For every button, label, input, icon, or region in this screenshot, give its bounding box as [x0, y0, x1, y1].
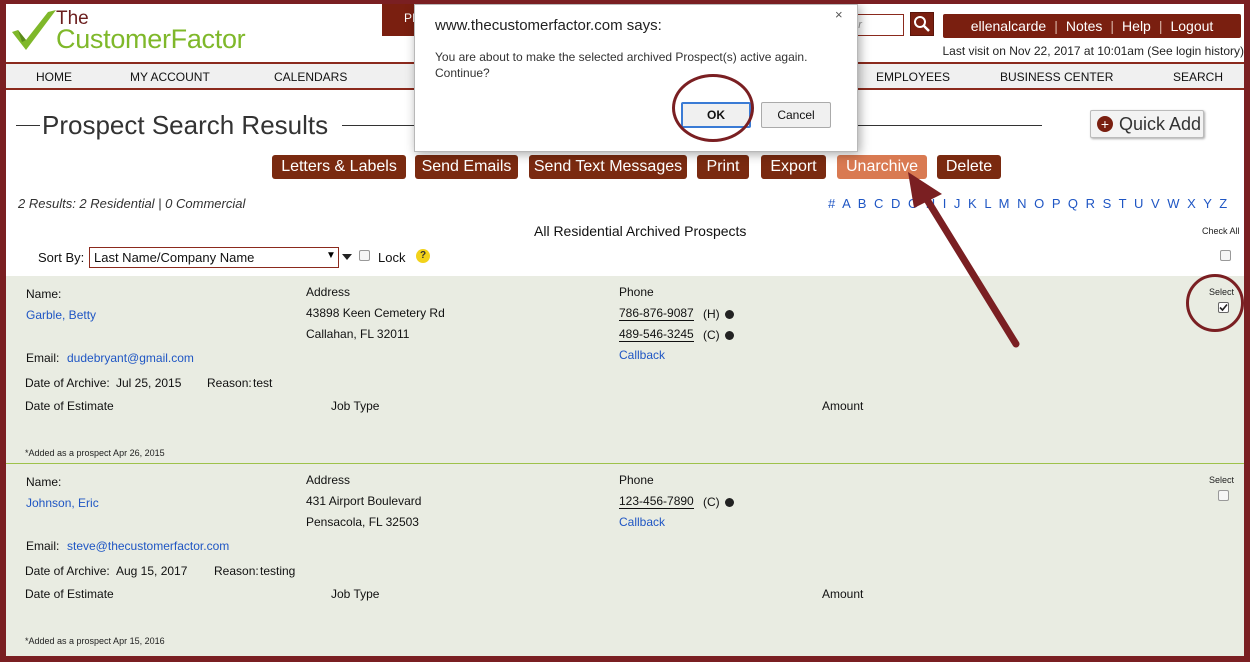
added-note: *Added as a prospect Apr 15, 2016	[25, 636, 165, 646]
quick-add-label: Quick Add	[1119, 113, 1202, 134]
close-icon[interactable]: ×	[835, 7, 843, 22]
phone-label: Phone	[619, 473, 654, 487]
name-label: Name:	[26, 475, 62, 489]
nav-home[interactable]: HOME	[36, 70, 72, 84]
separator: |	[1054, 18, 1058, 34]
delete-button[interactable]: Delete	[937, 155, 1001, 179]
phone-type: (C)	[703, 328, 720, 342]
name-label: Name:	[26, 287, 62, 301]
app-frame: The CustomerFactor mer ellenalcarde | No…	[6, 4, 1244, 656]
dialog-title: www.thecustomerfactor.com says:	[435, 17, 662, 34]
lock-checkbox[interactable]	[359, 250, 370, 261]
reason-label: Reason:	[214, 564, 259, 578]
search-icon	[914, 16, 930, 32]
email-link[interactable]: dudebryant@gmail.com	[67, 351, 194, 365]
prospect-name-link[interactable]: Garble, Betty	[26, 308, 96, 322]
reason-value: test	[253, 376, 273, 390]
address-line-1: 431 Airport Boulevard	[306, 494, 422, 508]
user-bar: ellenalcarde | Notes | Help | Logout	[943, 14, 1241, 38]
amount-label: Amount	[822, 399, 864, 413]
prospect-record: Name: Garble, Betty Address 43898 Keen C…	[6, 276, 1244, 463]
plus-icon: +	[1097, 116, 1113, 132]
nav-employees[interactable]: EMPLOYEES	[876, 70, 950, 84]
job-type-label: Job Type	[331, 399, 380, 413]
reason-label: Reason:	[207, 376, 252, 390]
annotation-circle	[672, 74, 754, 142]
address-label: Address	[306, 285, 351, 299]
date-of-estimate-label: Date of Estimate	[25, 587, 114, 601]
separator: |	[1110, 18, 1115, 34]
logout-link[interactable]: Logout	[1170, 18, 1213, 34]
email-label: Email:	[26, 351, 60, 365]
last-visit-text: Last visit on Nov 22, 2017 at 10:01am (S…	[942, 44, 1245, 58]
nav-prospects-active[interactable]: PI	[382, 4, 416, 36]
alphabet-filter[interactable]: # A B C D G H I J K L M N O P Q R S T U …	[828, 196, 1227, 211]
help-link[interactable]: Help	[1122, 18, 1151, 34]
amount-label: Amount	[822, 587, 864, 601]
phone-type: (C)	[703, 495, 720, 509]
section-heading: All Residential Archived Prospects	[534, 223, 747, 239]
separator: |	[1158, 18, 1163, 34]
callback-link[interactable]: Callback	[619, 348, 665, 362]
date-of-archive-value: Aug 15, 2017	[116, 564, 188, 578]
help-icon[interactable]: ?	[416, 249, 430, 263]
address-label: Address	[306, 473, 351, 487]
phone-label: Phone	[619, 285, 654, 299]
annotation-circle	[1186, 274, 1244, 332]
unarchive-button[interactable]: Unarchive	[837, 155, 927, 179]
sort-by-select[interactable]: Last Name/Company Name	[89, 247, 339, 268]
check-all-label: Check All	[1202, 226, 1240, 236]
nav-business-center[interactable]: BUSINESS CENTER	[1000, 70, 1113, 84]
address-line-1: 43898 Keen Cemetery Rd	[306, 306, 445, 320]
phone-number-link[interactable]: 786-876-9087	[619, 306, 694, 321]
logo-wordmark: CustomerFactor	[56, 24, 246, 54]
send-text-messages-button[interactable]: Send Text Messages	[529, 155, 687, 179]
prospect-record: Name: Johnson, Eric Address 431 Airport …	[6, 464, 1244, 656]
nav-calendars[interactable]: CALENDARS	[274, 70, 347, 84]
send-emails-button[interactable]: Send Emails	[415, 155, 518, 179]
dropdown-arrow-icon: ▼	[326, 250, 336, 261]
page-title: Prospect Search Results	[42, 110, 329, 140]
address-line-2: Pensacola, FL 32503	[306, 515, 419, 529]
call-icon[interactable]	[725, 331, 734, 340]
print-button[interactable]: Print	[697, 155, 749, 179]
job-type-label: Job Type	[331, 587, 380, 601]
confirm-dialog: www.thecustomerfactor.com says: × You ar…	[414, 4, 858, 152]
export-button[interactable]: Export	[761, 155, 826, 179]
email-label: Email:	[26, 539, 60, 553]
select-checkbox[interactable]	[1218, 490, 1229, 501]
nav-search[interactable]: SEARCH	[1173, 70, 1223, 84]
date-of-archive-value: Jul 25, 2015	[116, 376, 182, 390]
title-rule	[16, 125, 40, 126]
lock-label: Lock	[378, 250, 406, 265]
phone-number-link[interactable]: 123-456-7890	[619, 494, 694, 509]
address-line-2: Callahan, FL 32011	[306, 327, 410, 341]
notes-link[interactable]: Notes	[1066, 18, 1103, 34]
search-button[interactable]	[910, 12, 934, 36]
reason-value: testing	[260, 564, 296, 578]
letters-labels-button[interactable]: Letters & Labels	[272, 155, 406, 179]
select-label: Select	[1209, 475, 1235, 485]
date-of-archive-label: Date of Archive:	[25, 564, 110, 578]
results-summary: 2 Results: 2 Residential | 0 Commercial	[18, 196, 246, 211]
prospect-name-link[interactable]: Johnson, Eric	[26, 496, 99, 510]
sort-by-label: Sort By:	[38, 250, 85, 265]
call-icon[interactable]	[725, 498, 734, 507]
email-link[interactable]: steve@thecustomerfactor.com	[67, 539, 229, 553]
cancel-button[interactable]: Cancel	[761, 102, 831, 128]
date-of-estimate-label: Date of Estimate	[25, 399, 114, 413]
phone-type: (H)	[703, 307, 720, 321]
callback-link[interactable]: Callback	[619, 515, 665, 529]
date-of-archive-label: Date of Archive:	[25, 376, 110, 390]
logo-check-icon	[12, 10, 56, 50]
added-note: *Added as a prospect Apr 26, 2015	[25, 448, 165, 458]
quick-add-button[interactable]: + Quick Add	[1090, 110, 1204, 138]
phone-number-link[interactable]: 489-546-3245	[619, 327, 694, 342]
nav-my-account[interactable]: MY ACCOUNT	[130, 70, 210, 84]
dialog-message: You are about to make the selected archi…	[435, 50, 808, 80]
sort-direction-icon[interactable]	[342, 254, 352, 260]
user-link[interactable]: ellenalcarde	[971, 18, 1047, 34]
check-all-checkbox[interactable]	[1220, 250, 1231, 261]
call-icon[interactable]	[725, 310, 734, 319]
